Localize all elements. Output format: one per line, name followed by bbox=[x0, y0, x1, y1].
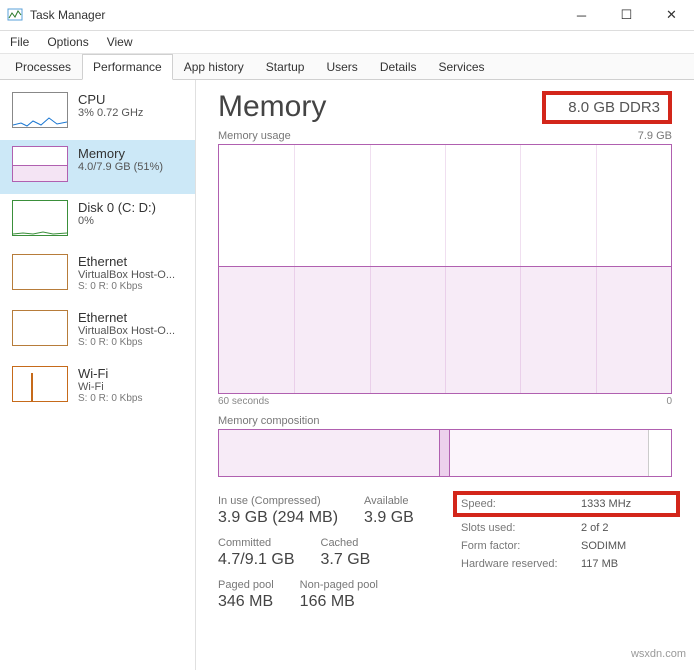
speed-label: Speed: bbox=[461, 495, 581, 513]
sidebar-wifi-sub2: S: 0 R: 0 Kbps bbox=[78, 393, 142, 404]
sidebar-eth1-title: Ethernet bbox=[78, 254, 175, 269]
chart-axis-left: 60 seconds bbox=[218, 396, 269, 407]
sidebar-cpu-title: CPU bbox=[78, 92, 143, 107]
sidebar-item-ethernet-1[interactable]: Ethernet VirtualBox Host-O... S: 0 R: 0 … bbox=[0, 248, 195, 304]
sidebar-disk-sub: 0% bbox=[78, 215, 156, 227]
composition-label: Memory composition bbox=[218, 415, 672, 427]
minimize-button[interactable]: ─ bbox=[559, 0, 604, 30]
speed-value: 1333 MHz bbox=[581, 495, 631, 513]
titlebar: Task Manager ─ ☐ ✕ bbox=[0, 0, 694, 31]
task-manager-icon bbox=[7, 7, 23, 23]
sidebar-memory-sub: 4.0/7.9 GB (51%) bbox=[78, 161, 163, 173]
disk-thumb-icon bbox=[12, 200, 68, 236]
ethernet-thumb-icon bbox=[12, 254, 68, 290]
hw-reserved-value: 117 MB bbox=[581, 555, 618, 573]
slots-label: Slots used: bbox=[461, 519, 581, 537]
available-value: 3.9 GB bbox=[364, 509, 414, 527]
speed-highlight: Speed: 1333 MHz bbox=[453, 491, 680, 517]
sidebar-item-disk[interactable]: Disk 0 (C: D:) 0% bbox=[0, 194, 195, 248]
tab-processes[interactable]: Processes bbox=[4, 54, 82, 79]
page-title: Memory bbox=[218, 90, 326, 124]
inuse-label: In use (Compressed) bbox=[218, 495, 338, 507]
comp-inuse-segment bbox=[219, 430, 440, 476]
form-factor-value: SODIMM bbox=[581, 537, 626, 555]
main-panel: Memory 8.0 GB DDR3 Memory usage 7.9 GB 6… bbox=[196, 80, 694, 670]
tab-performance[interactable]: Performance bbox=[82, 54, 173, 80]
sidebar-item-wifi[interactable]: Wi-Fi Wi-Fi S: 0 R: 0 Kbps bbox=[0, 360, 195, 416]
window-title: Task Manager bbox=[30, 8, 559, 22]
sidebar-wifi-title: Wi-Fi bbox=[78, 366, 142, 381]
sidebar-eth2-title: Ethernet bbox=[78, 310, 175, 325]
menubar: File Options View bbox=[0, 31, 694, 54]
ethernet-thumb-icon bbox=[12, 310, 68, 346]
comp-modified-segment bbox=[440, 430, 450, 476]
sidebar-eth2-sub: VirtualBox Host-O... bbox=[78, 325, 175, 337]
hw-reserved-label: Hardware reserved: bbox=[461, 555, 581, 573]
paged-value: 346 MB bbox=[218, 593, 274, 611]
committed-label: Committed bbox=[218, 537, 295, 549]
memory-usage-chart bbox=[218, 144, 672, 394]
nonpaged-value: 166 MB bbox=[300, 593, 378, 611]
watermark: wsxdn.com bbox=[631, 648, 686, 660]
chart-usage-label: Memory usage bbox=[218, 130, 291, 142]
sidebar-wifi-sub: Wi-Fi bbox=[78, 381, 142, 393]
cached-value: 3.7 GB bbox=[321, 551, 371, 569]
sidebar-item-cpu[interactable]: CPU 3% 0.72 GHz bbox=[0, 86, 195, 140]
maximize-button[interactable]: ☐ bbox=[604, 0, 649, 30]
memory-composition-chart bbox=[218, 429, 672, 477]
wifi-thumb-icon bbox=[12, 366, 68, 402]
memory-thumb-icon bbox=[12, 146, 68, 182]
available-label: Available bbox=[364, 495, 414, 507]
menu-view[interactable]: View bbox=[107, 35, 133, 49]
sidebar-memory-title: Memory bbox=[78, 146, 163, 161]
tab-users[interactable]: Users bbox=[315, 54, 368, 79]
paged-label: Paged pool bbox=[218, 579, 274, 591]
form-factor-label: Form factor: bbox=[461, 537, 581, 555]
sidebar-item-ethernet-2[interactable]: Ethernet VirtualBox Host-O... S: 0 R: 0 … bbox=[0, 304, 195, 360]
cached-label: Cached bbox=[321, 537, 371, 549]
tab-services[interactable]: Services bbox=[428, 54, 496, 79]
sidebar-item-memory[interactable]: Memory 4.0/7.9 GB (51%) bbox=[0, 140, 195, 194]
sidebar-eth1-sub2: S: 0 R: 0 Kbps bbox=[78, 281, 175, 292]
comp-free-segment bbox=[649, 430, 671, 476]
menu-options[interactable]: Options bbox=[47, 35, 88, 49]
menu-file[interactable]: File bbox=[10, 35, 29, 49]
sidebar-eth1-sub: VirtualBox Host-O... bbox=[78, 269, 175, 281]
memory-capacity: 8.0 GB DDR3 bbox=[542, 91, 672, 124]
comp-standby-segment bbox=[450, 430, 649, 476]
slots-value: 2 of 2 bbox=[581, 519, 609, 537]
sidebar-eth2-sub2: S: 0 R: 0 Kbps bbox=[78, 337, 175, 348]
sidebar-cpu-sub: 3% 0.72 GHz bbox=[78, 107, 143, 119]
sidebar: CPU 3% 0.72 GHz Memory 4.0/7.9 GB (51%) … bbox=[0, 80, 196, 670]
tab-app-history[interactable]: App history bbox=[173, 54, 255, 79]
tab-startup[interactable]: Startup bbox=[255, 54, 316, 79]
chart-usage-max: 7.9 GB bbox=[638, 130, 672, 142]
cpu-thumb-icon bbox=[12, 92, 68, 128]
close-button[interactable]: ✕ bbox=[649, 0, 694, 30]
committed-value: 4.7/9.1 GB bbox=[218, 551, 295, 569]
sidebar-disk-title: Disk 0 (C: D:) bbox=[78, 200, 156, 215]
inuse-value: 3.9 GB (294 MB) bbox=[218, 509, 338, 527]
tab-bar: Processes Performance App history Startu… bbox=[0, 54, 694, 80]
nonpaged-label: Non-paged pool bbox=[300, 579, 378, 591]
chart-axis-right: 0 bbox=[666, 396, 672, 407]
tab-details[interactable]: Details bbox=[369, 54, 428, 79]
